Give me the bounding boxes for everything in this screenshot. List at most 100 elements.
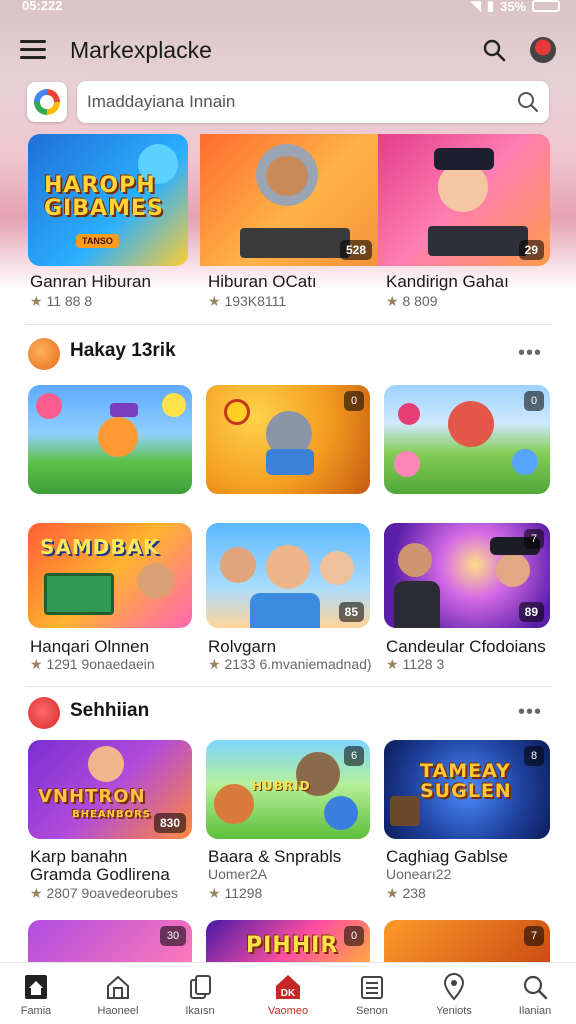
signal-icon: ▮ [486, 0, 494, 13]
search-input[interactable] [87, 89, 507, 115]
item-name[interactable]: Candeular Cfodoians [386, 637, 546, 657]
card-art-title: TAMEAY SUGLEN [420, 760, 512, 802]
card-art [224, 399, 250, 425]
search-icon[interactable] [517, 91, 539, 113]
item-name[interactable]: Ganran Hiburan [30, 272, 151, 292]
card-art [266, 449, 314, 475]
search-bar[interactable] [77, 81, 549, 123]
menu-icon[interactable] [20, 40, 46, 60]
card-art [324, 796, 358, 830]
more-options-icon[interactable]: ••• [518, 701, 542, 724]
game-card[interactable]: HUBRID 6 [206, 740, 370, 839]
game-card[interactable]: 0 [206, 385, 370, 494]
game-card[interactable]: SAMDBAK [28, 523, 192, 628]
app-bar: Markexplacke [0, 28, 576, 72]
item-rating: ★ 2807 9oavedeorubes [30, 885, 178, 902]
game-card[interactable]: VNHTRON BHEANBORS 830 [28, 740, 192, 839]
nav-item-list[interactable]: Senon [331, 963, 413, 1024]
store-icon: DK [274, 973, 302, 1001]
nav-item-search[interactable]: Ilanian [494, 963, 576, 1024]
divider [26, 686, 552, 687]
item-name[interactable]: Kandirign Gahaı [386, 272, 509, 292]
search-icon[interactable] [482, 38, 506, 62]
card-badge: 89 [518, 602, 544, 622]
item-name[interactable]: Caghiag Gablse [386, 847, 508, 867]
nav-item-home[interactable]: Famia [0, 963, 77, 1024]
card-art-title: BHEANBORS [72, 809, 151, 820]
page-title: Markexplacke [70, 37, 212, 63]
game-card[interactable]: 0 [384, 385, 550, 494]
card-badge: 7 [524, 926, 544, 946]
star-icon: ★ [208, 293, 221, 309]
nav-item-location[interactable]: Yeniots [413, 963, 495, 1024]
card-art [390, 796, 420, 826]
card-art-title: HAROPH GIBAMES [44, 173, 164, 222]
search-row [0, 80, 576, 124]
game-card[interactable]: TAMEAY SUGLEN 8 [384, 740, 550, 839]
card-art [512, 449, 538, 475]
item-name[interactable]: Hanqari Olnnen [30, 637, 149, 657]
item-rating: ★ 11298 [208, 885, 262, 902]
item-rating: ★ 1291 9onaedaein [30, 656, 155, 673]
google-logo-icon[interactable] [27, 82, 67, 122]
item-name[interactable]: Karp banahn [30, 847, 127, 867]
item-rating: ★ 11 88 8 [30, 293, 92, 310]
card-badge: 8 [524, 746, 544, 766]
game-card[interactable] [28, 385, 192, 494]
section-icon [28, 338, 60, 370]
card-art [394, 581, 440, 628]
nav-label: Vaomeo [267, 1005, 309, 1017]
card-art [496, 553, 530, 587]
card-art [448, 401, 494, 447]
section-icon [28, 697, 60, 729]
battery-icon [532, 0, 560, 12]
card-art [110, 403, 138, 417]
item-rating: ★ 2133 6.mvaniemadnad) [208, 656, 372, 673]
rating-value: 11 88 8 [46, 293, 93, 309]
item-name[interactable]: Rolvgarn [208, 637, 276, 657]
card-art [398, 403, 420, 425]
card-art [428, 226, 528, 256]
rating-value: 8 809 [402, 293, 438, 309]
card-art-title: PIHHIR [246, 933, 339, 958]
item-name[interactable]: Hiburan OCatı [208, 272, 317, 292]
card-art [266, 545, 310, 589]
rating-value: 238 [402, 885, 426, 901]
more-options-icon[interactable]: ••• [518, 342, 542, 365]
nav-label: Famia [20, 1005, 52, 1017]
rating-value: 11298 [224, 885, 263, 901]
rating-value: 1128 3 [402, 656, 445, 672]
game-card[interactable]: 85 [206, 523, 370, 628]
card-art [44, 573, 114, 615]
nav-label: Yeniots [436, 1005, 472, 1017]
nav-item-haoneel[interactable]: Haoneel [77, 963, 159, 1024]
avatar[interactable] [530, 37, 556, 63]
card-badge: 0 [344, 391, 364, 411]
card-art [220, 547, 256, 583]
search-icon [521, 973, 549, 1001]
location-icon [440, 973, 468, 1001]
nav-label: Haoneel [97, 1005, 139, 1017]
house-outline-icon [104, 973, 132, 1001]
game-card[interactable]: 7 89 [384, 523, 550, 628]
star-icon: ★ [208, 885, 221, 901]
wifi-icon: ◥ [470, 0, 481, 13]
featured-card[interactable]: 29 [378, 134, 550, 266]
item-subtitle: Uomer2A [208, 866, 268, 882]
card-badge: 528 [339, 240, 372, 260]
rating-value: 2133 6.mvaniemadnad) [224, 656, 372, 672]
nav-item-store[interactable]: DK Vaomeo [247, 963, 329, 1024]
item-name[interactable]: Baara & Snprabls [208, 847, 341, 867]
card-badge: 7 [524, 529, 544, 549]
featured-card[interactable]: HAROPH GIBAMES TANSO [28, 134, 188, 266]
item-rating: ★ 1128 3 [386, 656, 444, 673]
card-art [138, 563, 174, 599]
card-art [250, 593, 320, 628]
card-badge: 29 [518, 240, 544, 260]
card-art-title: HUBRID [252, 779, 311, 793]
status-bar: 05:222 ◥ ▮ 35% [0, 0, 576, 14]
featured-card[interactable]: 528 [200, 134, 378, 266]
card-badge: 6 [344, 746, 364, 766]
nav-label: Senon [356, 1005, 388, 1017]
nav-item-library[interactable]: Ikaısn [159, 963, 241, 1024]
